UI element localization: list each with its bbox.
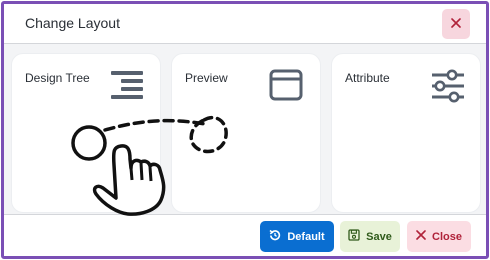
- tree-list-icon: [109, 71, 145, 106]
- panel-label-attribute: Attribute: [345, 71, 390, 85]
- panel-card-preview[interactable]: Preview: [171, 53, 321, 213]
- save-button[interactable]: Save: [340, 221, 400, 252]
- panel-card-design-tree[interactable]: Design Tree: [11, 53, 161, 213]
- x-icon: [416, 230, 426, 243]
- dialog-close-button[interactable]: [442, 9, 470, 39]
- default-button-label: Default: [287, 230, 325, 243]
- x-icon: [451, 15, 461, 33]
- change-layout-dialog: Change Layout Design Tree Preview Attrib…: [1, 1, 489, 259]
- panel-label-preview: Preview: [185, 71, 228, 85]
- window-icon: [269, 69, 305, 108]
- panel-card-attribute[interactable]: Attribute: [331, 53, 481, 213]
- close-button[interactable]: Close: [407, 221, 471, 252]
- save-button-label: Save: [366, 230, 392, 243]
- layout-panels: Design Tree Preview Attribute: [4, 44, 486, 214]
- close-button-label: Close: [432, 230, 462, 243]
- dialog-title: Change Layout: [25, 15, 120, 31]
- default-button[interactable]: Default: [260, 221, 334, 252]
- floppy-disk-icon: [348, 229, 360, 244]
- dialog-header: Change Layout: [4, 4, 486, 44]
- reset-icon: [269, 229, 281, 244]
- sliders-icon: [430, 68, 466, 109]
- dialog-footer: Default Save Close: [4, 214, 486, 256]
- panel-label-design-tree: Design Tree: [25, 71, 90, 85]
